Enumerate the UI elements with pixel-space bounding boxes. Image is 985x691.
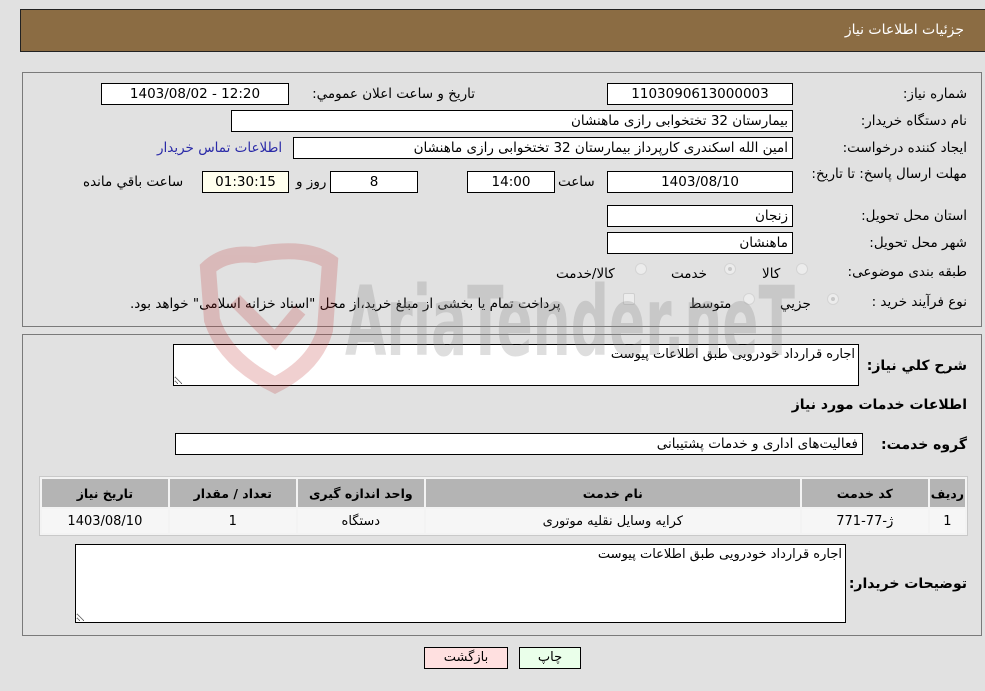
treasury-note: پرداخت تمام یا بخشی از مبلغ خرید،از محل …: [130, 296, 561, 312]
category-option-service: خدمت: [671, 266, 707, 282]
time-remaining-label: ساعت باقي مانده: [83, 174, 184, 190]
cell-service-code: ژ-77-771: [801, 509, 928, 533]
back-button[interactable]: بازگشت: [424, 647, 508, 669]
purchase-type-radio-minor[interactable]: [827, 293, 839, 305]
page-header: جزئيات اطلاعات نياز: [20, 9, 985, 52]
purchase-type-label: نوع فرآیند خرید :: [871, 294, 967, 310]
cell-quantity: 1: [169, 509, 296, 533]
page-title: جزئيات اطلاعات نياز: [844, 22, 964, 38]
need-number-field[interactable]: 1103090613000003: [607, 83, 793, 105]
days-remaining-field[interactable]: 8: [330, 171, 418, 193]
table-row: 1 ژ-77-771 کرایه وسایل نقلیه موتوری دستگ…: [42, 509, 965, 533]
category-option-goods: کالا: [762, 266, 781, 282]
requester-field[interactable]: امین الله اسکندری کارپرداز بیمارستان 32 …: [293, 137, 793, 159]
col-service-code: کد خدمت: [801, 479, 928, 507]
category-radio-goods-service[interactable]: [635, 263, 647, 275]
announce-datetime-label: تاريخ و ساعت اعلان عمومي:: [312, 86, 475, 102]
purchase-type-option-minor: جزيي: [780, 296, 811, 312]
summary-textarea[interactable]: اجاره قرارداد خودرویی طبق اطلاعات پیوست: [173, 344, 859, 386]
service-group-label: گروه خدمت:: [881, 437, 967, 453]
deadline-date-field[interactable]: 1403/08/10: [607, 171, 793, 193]
province-label: استان محل تحویل:: [861, 208, 967, 224]
purchase-type-option-medium: متوسط: [689, 296, 732, 312]
table-header-row: رديف کد خدمت نام خدمت واحد اندازه گیری ت…: [42, 479, 965, 507]
time-remaining-field: 01:30:15: [202, 171, 289, 193]
announce-datetime-field[interactable]: 1403/08/02 - 12:20: [101, 83, 289, 105]
category-label: طبقه بندی موضوعی:: [847, 264, 967, 280]
services-table: رديف کد خدمت نام خدمت واحد اندازه گیری ت…: [39, 476, 968, 536]
need-number-label: شماره نیاز:: [902, 86, 967, 102]
col-row-number: رديف: [929, 479, 965, 507]
city-field[interactable]: ماهنشان: [607, 232, 793, 254]
cell-service-name: کرایه وسایل نقلیه موتوری: [425, 509, 800, 533]
category-option-goods-service: کالا/خدمت: [556, 266, 615, 282]
category-radio-service[interactable]: [724, 263, 736, 275]
buyer-contact-link[interactable]: اطلاعات تماس خریدار: [157, 140, 282, 156]
buyer-org-field[interactable]: بیمارستان 32 تختخوابی رازی ماهنشان: [231, 110, 793, 132]
deadline-label: مهلت ارسال پاسخ: تا تاریخ:: [811, 166, 967, 182]
category-radio-goods[interactable]: [796, 263, 808, 275]
col-service-name: نام خدمت: [425, 479, 800, 507]
city-label: شهر محل تحویل:: [869, 235, 967, 251]
buyer-org-label: نام دستگاه خریدار:: [860, 113, 967, 129]
service-group-field[interactable]: فعالیت‌های اداری و خدمات پشتیبانی: [175, 433, 863, 455]
cell-unit: دستگاه: [297, 509, 424, 533]
cell-need-date: 1403/08/10: [42, 509, 168, 533]
col-need-date: تاريخ نياز: [42, 479, 168, 507]
services-heading: اطلاعات خدمات مورد نياز: [791, 397, 967, 413]
province-field[interactable]: زنجان: [607, 205, 793, 227]
print-button[interactable]: چاپ: [519, 647, 581, 669]
deadline-time-label: ساعت: [558, 174, 595, 190]
col-quantity: تعداد / مقدار: [169, 479, 296, 507]
buyer-notes-label: توضیحات خریدار:: [848, 576, 967, 592]
deadline-time-field[interactable]: 14:00: [467, 171, 555, 193]
buyer-notes-textarea[interactable]: اجاره قرارداد خودرویی طبق اطلاعات پیوست: [75, 544, 846, 623]
purchase-type-radio-medium[interactable]: [743, 293, 755, 305]
col-unit: واحد اندازه گیری: [297, 479, 424, 507]
requester-label: ایجاد کننده درخواست:: [842, 140, 967, 156]
cell-row-number: 1: [929, 509, 965, 533]
days-label: روز و: [296, 174, 327, 190]
treasury-checkbox[interactable]: [623, 293, 635, 305]
summary-label: شرح کلي نياز:: [866, 358, 967, 374]
